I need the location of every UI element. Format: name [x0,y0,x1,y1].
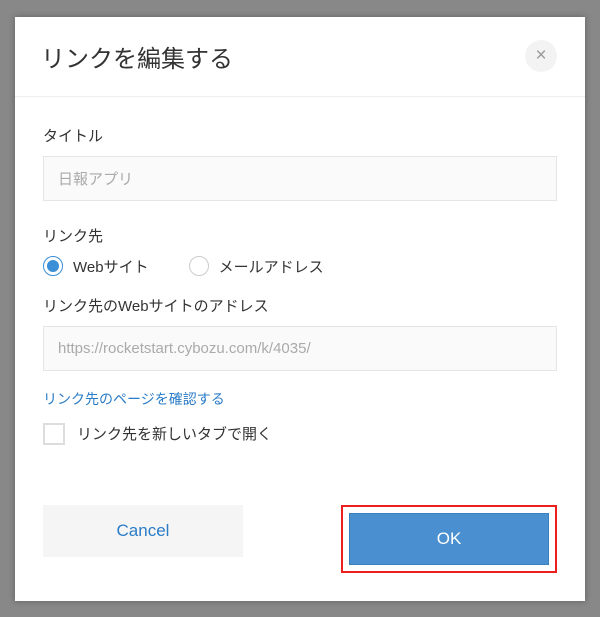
radio-website-label: Webサイト [73,256,149,277]
radio-email-label: メールアドレス [219,256,324,277]
title-input[interactable] [43,156,557,201]
ok-button-highlight: OK [341,505,557,573]
edit-link-dialog: リンクを編集する × タイトル リンク先 Webサイト メールアドレス リンク先… [15,17,585,601]
cancel-button[interactable]: Cancel [43,505,243,557]
close-button[interactable]: × [525,40,557,72]
radio-email[interactable]: メールアドレス [189,256,324,277]
destination-radio-group: Webサイト メールアドレス [43,256,557,277]
url-input[interactable] [43,326,557,371]
destination-label: リンク先 [43,225,557,246]
ok-button[interactable]: OK [349,513,549,565]
newtab-checkbox[interactable] [43,423,65,445]
radio-website-indicator [43,256,63,276]
newtab-checkbox-label: リンク先を新しいタブで開く [77,423,272,444]
check-link[interactable]: リンク先のページを確認する [43,389,225,409]
radio-email-indicator [189,256,209,276]
dialog-header: リンクを編集する × [15,17,585,97]
radio-website[interactable]: Webサイト [43,256,149,277]
close-icon: × [535,45,546,67]
dialog-title: リンクを編集する [41,39,233,74]
url-field-label: リンク先のWebサイトのアドレス [43,295,557,316]
dialog-footer: Cancel OK [15,505,585,601]
dialog-body: タイトル リンク先 Webサイト メールアドレス リンク先のWebサイトのアドレ… [15,97,585,505]
newtab-checkbox-row[interactable]: リンク先を新しいタブで開く [43,423,557,445]
title-field-label: タイトル [43,125,557,146]
